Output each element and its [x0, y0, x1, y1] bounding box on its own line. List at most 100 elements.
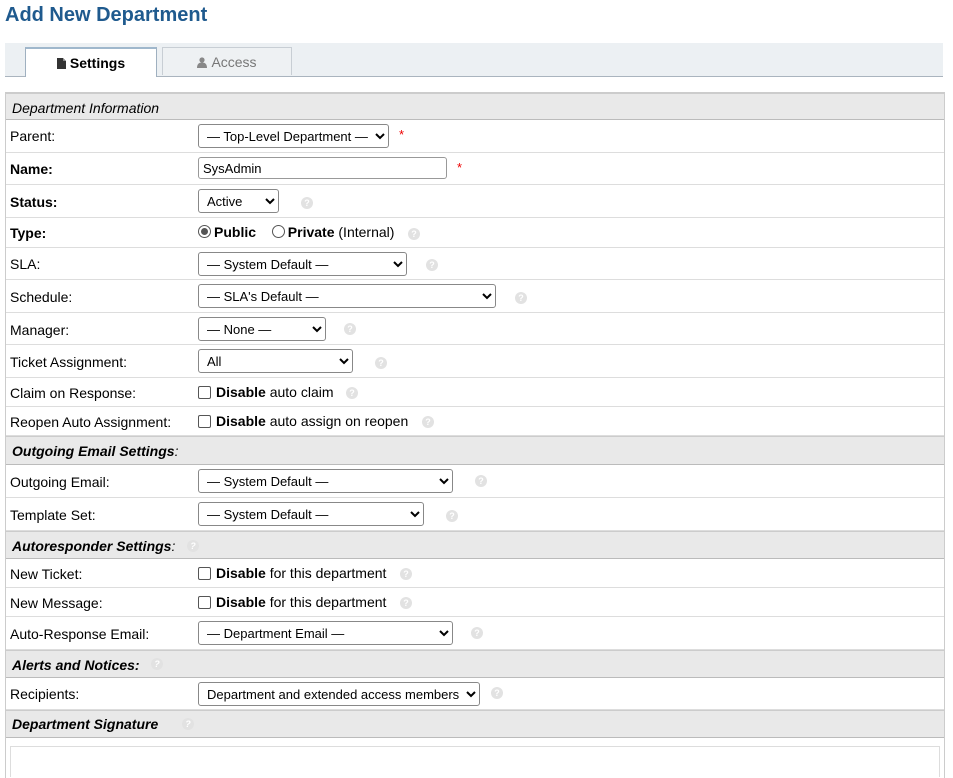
help-icon[interactable]: ?	[346, 387, 358, 399]
row-parent: Parent: — Top-Level Department — *	[6, 120, 944, 153]
recipients-select[interactable]: Department and extended access members	[198, 682, 480, 706]
auto-response-email-select[interactable]: — Department Email —	[198, 621, 453, 645]
help-icon[interactable]: ?	[408, 228, 420, 240]
row-signature	[6, 738, 944, 778]
help-icon[interactable]: ?	[422, 416, 434, 428]
section-outgoing-email: Outgoing Email Settings:	[6, 436, 944, 465]
help-icon[interactable]: ?	[344, 323, 356, 335]
new-ticket-label: New Ticket:	[10, 566, 83, 582]
type-label: Type:	[10, 225, 47, 241]
required-marker: *	[457, 160, 463, 175]
type-internal-note: (Internal)	[338, 224, 395, 240]
new-ticket-checkbox[interactable]	[198, 567, 211, 580]
type-public-label: Public	[214, 224, 257, 240]
row-status: Status: Active ?	[6, 185, 944, 218]
outgoing-email-label: Outgoing Email:	[10, 474, 110, 490]
section-title: Alerts and Notices:	[12, 657, 140, 673]
help-icon[interactable]: ?	[182, 718, 194, 730]
new-ticket-bold: Disable	[216, 565, 266, 581]
row-reopen-auto-assignment: Reopen Auto Assignment: Disable auto ass…	[6, 407, 944, 436]
auto-response-email-label: Auto-Response Email:	[10, 626, 150, 642]
help-icon[interactable]: ?	[426, 259, 438, 271]
parent-select[interactable]: — Top-Level Department —	[198, 124, 389, 148]
section-title: Department Signature	[12, 716, 159, 732]
claim-bold: Disable	[216, 384, 266, 400]
row-manager: Manager: — None — ?	[6, 313, 944, 345]
help-icon[interactable]: ?	[491, 687, 503, 699]
section-colon: :	[171, 538, 176, 554]
status-label: Status:	[10, 194, 58, 210]
claim-label: Claim on Response:	[10, 385, 137, 401]
tab-access-label: Access	[211, 54, 257, 70]
type-private-radio[interactable]	[271, 225, 285, 238]
reopen-text: auto assign on reopen	[265, 413, 409, 429]
row-auto-response-email: Auto-Response Email: — Department Email …	[6, 617, 944, 650]
row-claim-on-response: Claim on Response: Disable auto claim ?	[6, 378, 944, 407]
schedule-label: Schedule:	[10, 289, 73, 305]
new-message-option: Disable for this department	[198, 594, 386, 610]
schedule-select[interactable]: — SLA's Default —	[198, 284, 496, 308]
template-set-label: Template Set:	[10, 507, 96, 523]
help-icon[interactable]: ?	[187, 540, 199, 552]
row-new-message: New Message: Disable for this department…	[6, 588, 944, 617]
section-title-text: Outgoing Email Settings	[12, 443, 175, 459]
row-schedule: Schedule: — SLA's Default — ?	[6, 280, 944, 313]
row-type: Type: Public Private (Internal) ?	[6, 218, 944, 248]
outgoing-email-select[interactable]: — System Default —	[198, 469, 453, 493]
new-ticket-option: Disable for this department	[198, 565, 386, 581]
ticket-assignment-select[interactable]: All	[198, 349, 353, 373]
section-colon: :	[174, 443, 179, 459]
name-input[interactable]	[198, 157, 447, 179]
help-icon[interactable]: ?	[375, 357, 387, 369]
help-icon[interactable]: ?	[400, 597, 412, 609]
new-message-label: New Message:	[10, 595, 103, 611]
section-department-signature: Department Signature ?	[6, 710, 944, 738]
type-public-radio[interactable]	[198, 225, 211, 238]
help-icon[interactable]: ?	[400, 568, 412, 580]
help-icon[interactable]: ?	[446, 510, 458, 522]
section-title-text: Autoresponder Settings	[12, 538, 172, 554]
reopen-checkbox[interactable]	[198, 415, 211, 428]
new-ticket-text: for this department	[265, 565, 387, 581]
manager-select[interactable]: — None —	[198, 317, 326, 341]
sla-select[interactable]: — System Default —	[198, 252, 407, 276]
status-select[interactable]: Active	[198, 189, 279, 213]
tab-settings[interactable]: Settings	[25, 47, 157, 77]
row-sla: SLA: — System Default — ?	[6, 248, 944, 280]
sla-label: SLA:	[10, 256, 41, 272]
claim-option: Disable auto claim	[198, 384, 334, 400]
new-message-checkbox[interactable]	[198, 596, 211, 609]
type-private-label: Private	[287, 224, 335, 240]
row-name: Name: *	[6, 153, 944, 185]
section-title: Autoresponder Settings:	[12, 538, 175, 554]
recipients-label: Recipients:	[10, 686, 80, 702]
parent-label: Parent:	[10, 128, 56, 144]
department-form: Department Information Parent: — Top-Lev…	[5, 92, 945, 778]
template-set-select[interactable]: — System Default —	[198, 502, 424, 526]
claim-checkbox[interactable]	[198, 386, 211, 399]
reopen-bold: Disable	[216, 413, 266, 429]
required-marker: *	[399, 127, 405, 142]
section-autoresponder: Autoresponder Settings: ?	[6, 531, 944, 559]
tab-bar: Settings Access	[5, 43, 943, 77]
help-icon[interactable]: ?	[301, 197, 313, 209]
help-icon[interactable]: ?	[471, 627, 483, 639]
row-template-set: Template Set: — System Default — ?	[6, 498, 944, 531]
user-icon	[197, 57, 208, 68]
help-icon[interactable]: ?	[151, 658, 163, 670]
tab-access[interactable]: Access	[162, 47, 292, 75]
section-title: Department Information	[12, 100, 160, 116]
row-recipients: Recipients: Department and extended acce…	[6, 678, 944, 710]
claim-text: auto claim	[265, 384, 334, 400]
reopen-option: Disable auto assign on reopen	[198, 413, 408, 429]
section-alerts-notices: Alerts and Notices: ?	[6, 650, 944, 678]
row-new-ticket: New Ticket: Disable for this department …	[6, 559, 944, 588]
section-title: Outgoing Email Settings:	[12, 443, 178, 459]
ticket-assignment-label: Ticket Assignment:	[10, 354, 127, 370]
file-icon	[56, 58, 66, 69]
signature-editor[interactable]	[10, 746, 940, 777]
section-department-information: Department Information	[6, 93, 944, 120]
new-message-bold: Disable	[216, 594, 266, 610]
help-icon[interactable]: ?	[515, 292, 527, 304]
help-icon[interactable]: ?	[475, 475, 487, 487]
